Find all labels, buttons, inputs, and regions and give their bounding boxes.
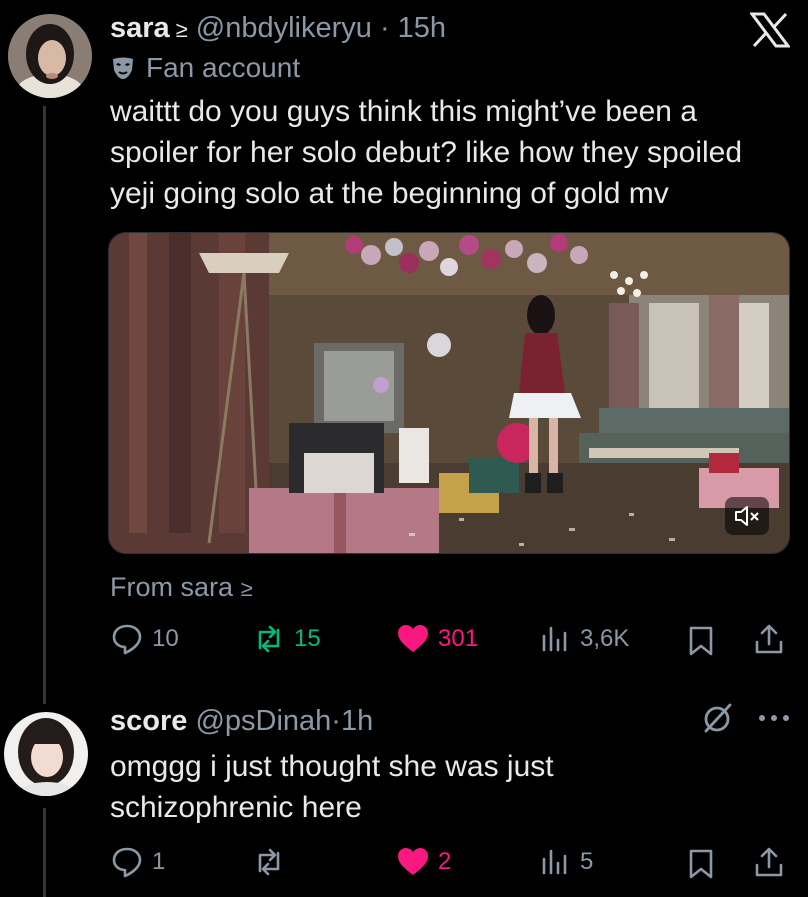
reply-views-button[interactable]: 5 [538, 845, 593, 879]
share-icon[interactable] [752, 845, 786, 879]
x-logo-icon [750, 12, 790, 48]
reply-like-count: 2 [438, 848, 452, 875]
tweet-text: waittt do you guys think this might’ve b… [110, 91, 742, 214]
tweet-text-line: waittt do you guys think this might’ve b… [110, 95, 697, 128]
reply-header: score @psDinah·1h [110, 705, 373, 738]
video-still-image [109, 233, 789, 553]
mask-icon [113, 57, 133, 79]
tweet-time[interactable]: 15h [398, 12, 446, 44]
reply-time[interactable]: 1h [341, 705, 373, 737]
reply-count: 10 [152, 625, 179, 652]
views-bar-chart-icon [542, 626, 567, 652]
tweet-video[interactable] [108, 232, 790, 554]
share-icon[interactable] [752, 622, 786, 656]
bookmark-icon[interactable] [684, 624, 718, 658]
tweet-text-line: yeji going solo at the beginning of gold… [110, 177, 669, 210]
volume-muted-icon [735, 506, 759, 526]
avatar-score[interactable] [4, 712, 88, 796]
reply-reply-count: 1 [152, 848, 166, 875]
reply-view-count: 5 [580, 848, 594, 875]
thread-connector-line [43, 106, 46, 704]
user-handle[interactable]: @nbdylikeryu [196, 12, 372, 44]
separator-dot: · [379, 12, 390, 44]
mute-button[interactable] [725, 497, 769, 535]
avatar-sara[interactable] [8, 14, 92, 98]
repost-button[interactable]: 15 [252, 622, 321, 656]
tweet-text-line: spoiler for her solo debut? like how the… [110, 136, 743, 169]
display-name[interactable]: sara [110, 12, 170, 44]
reply-repost-button[interactable] [252, 845, 294, 879]
from-suffix: ≥ [240, 576, 253, 601]
reply-text-line: omggg i just thought she was just [110, 750, 554, 783]
reply-text-line: schizophrenic here [110, 791, 362, 824]
reply-text: omggg i just thought she was just schizo… [110, 746, 554, 828]
affiliation-label: Fan account [110, 52, 300, 84]
grok-icon[interactable] [700, 700, 736, 736]
from-name: sara [180, 572, 234, 602]
heart-filled-icon [398, 625, 428, 652]
reply-display-name[interactable]: score [110, 705, 187, 737]
views-button[interactable]: 3,6K [538, 622, 629, 656]
reply-icon [112, 624, 142, 655]
affiliation-text: Fan account [146, 52, 301, 83]
separator-dot: · [331, 705, 341, 737]
bookmark-icon[interactable] [684, 847, 718, 881]
reply-button[interactable]: 10 [110, 622, 179, 656]
reply-like-button[interactable]: 2 [396, 845, 451, 879]
thread-connector-line-lower [43, 808, 46, 897]
from-prefix: From [110, 572, 173, 602]
reply-reply-button[interactable]: 1 [110, 845, 165, 879]
reply-user-handle[interactable]: @psDinah [195, 705, 331, 737]
name-suffix: ≥ [175, 17, 188, 42]
repost-count: 15 [294, 625, 321, 652]
tweet-header: sara ≥ @nbdylikeryu · 15h [110, 12, 446, 45]
like-button[interactable]: 301 [396, 622, 478, 656]
more-options-icon[interactable] [756, 712, 792, 724]
heart-filled-icon [398, 848, 428, 875]
reply-icon [112, 847, 142, 878]
repost-icon [258, 625, 280, 653]
views-bar-chart-icon [542, 849, 567, 875]
repost-icon [258, 848, 280, 876]
like-count: 301 [438, 625, 479, 652]
from-attribution[interactable]: From sara ≥ [110, 572, 253, 603]
reply-top-icons [700, 700, 792, 736]
view-count: 3,6K [580, 625, 630, 652]
